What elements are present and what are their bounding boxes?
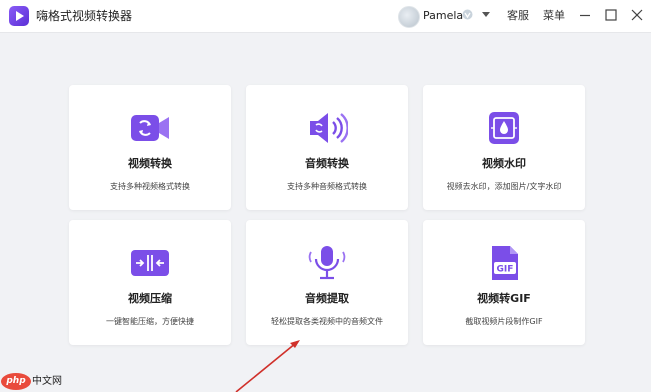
video-compress-icon [131, 250, 169, 276]
audio-extract-icon [308, 246, 346, 280]
svg-text:GIF: GIF [497, 265, 514, 275]
card-title: 音频提取 [305, 292, 349, 305]
card-title: 音频转换 [305, 157, 349, 170]
card-video-convert[interactable]: 视频转换 支持多种视频格式转换 [69, 85, 231, 210]
card-desc: 视频去水印，添加图片/文字水印 [446, 182, 562, 191]
title-bar: 嗨格式视频转换器 Pamela 客服 菜单 [0, 0, 651, 33]
audio-convert-icon [310, 113, 348, 143]
card-audio-extract[interactable]: 音频提取 轻松提取各类视频中的音频文件 [246, 220, 408, 345]
close-icon[interactable] [629, 7, 645, 23]
card-title: 视频转换 [128, 157, 172, 170]
vip-badge-icon [462, 9, 473, 20]
video-convert-icon [131, 115, 169, 141]
maximize-icon[interactable] [603, 7, 619, 23]
card-audio-convert[interactable]: 音频转换 支持多种音频格式转换 [246, 85, 408, 210]
card-desc: 截取视频片段制作GIF [465, 317, 543, 326]
video-watermark-icon [489, 112, 519, 144]
customer-service-button[interactable]: 客服 [507, 8, 529, 24]
app-title: 嗨格式视频转换器 [36, 9, 133, 23]
username[interactable]: Pamela [423, 8, 463, 24]
user-avatar[interactable] [398, 6, 420, 28]
php-watermark-logo: php [1, 373, 31, 390]
minimize-icon[interactable] [577, 7, 593, 23]
card-desc: 支持多种视频格式转换 [110, 182, 190, 191]
card-video-compress[interactable]: 视频压缩 一键智能压缩，方便快捷 [69, 220, 231, 345]
card-desc: 轻松提取各类视频中的音频文件 [271, 317, 383, 326]
card-title: 视频水印 [482, 157, 526, 170]
card-title: 视频压缩 [128, 292, 172, 305]
card-desc: 一键智能压缩，方便快捷 [106, 317, 194, 326]
app-logo-icon [9, 6, 29, 26]
card-desc: 支持多种音频格式转换 [287, 182, 367, 191]
video-to-gif-icon: GIF [492, 246, 518, 280]
card-title: 视频转GIF [477, 292, 531, 305]
user-dropdown-icon[interactable] [482, 12, 490, 17]
watermark-text: 中文网 [32, 376, 62, 387]
card-video-to-gif[interactable]: GIF 视频转GIF 截取视频片段制作GIF [423, 220, 585, 345]
card-video-watermark[interactable]: 视频水印 视频去水印，添加图片/文字水印 [423, 85, 585, 210]
menu-button[interactable]: 菜单 [543, 8, 565, 24]
